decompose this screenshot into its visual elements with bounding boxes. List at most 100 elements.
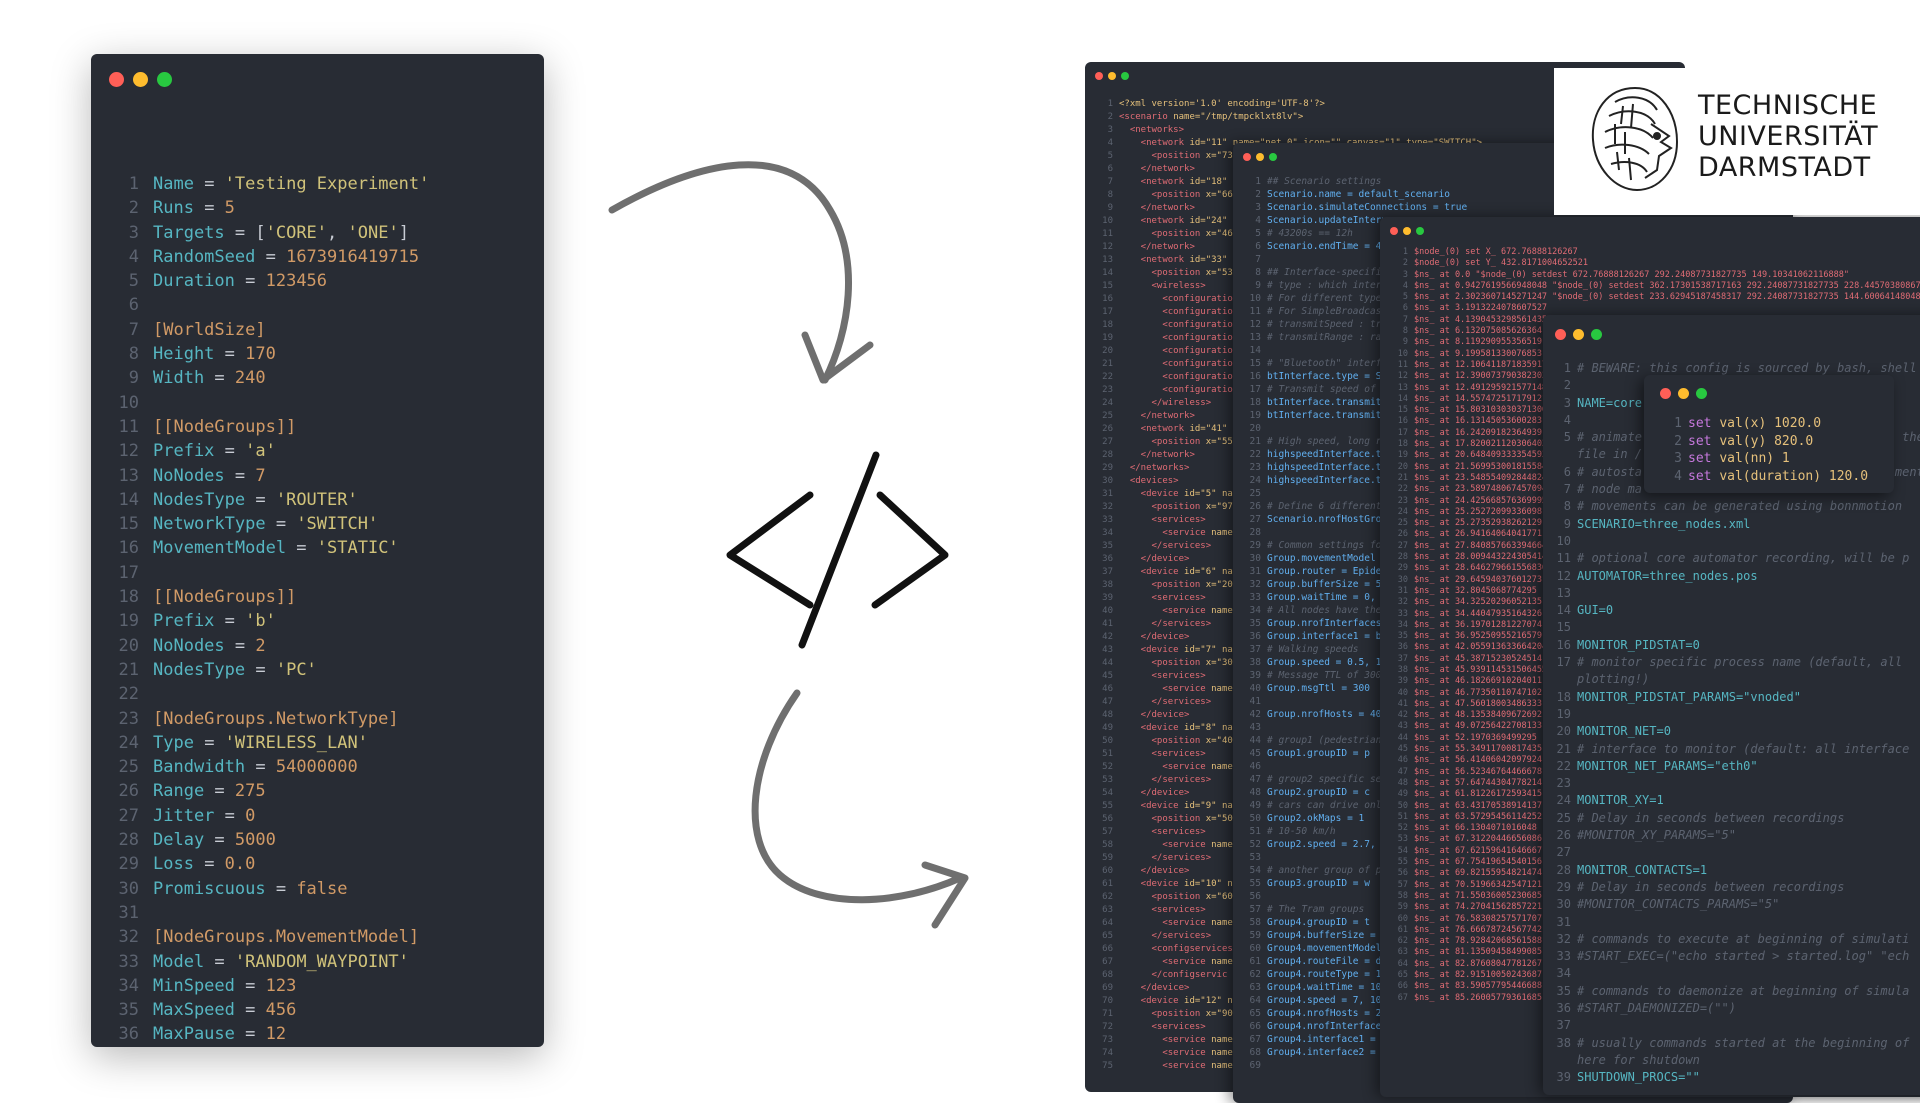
line-number: 38 — [1095, 579, 1113, 592]
code-token: </wireless> — [1119, 398, 1211, 408]
maximize-dot-icon[interactable] — [1696, 388, 1707, 399]
line-number: 9 — [1390, 337, 1408, 348]
code-token: # Delay in seconds between recordings — [1577, 880, 1844, 894]
code-token: # commands to daemonize at beginning of … — [1577, 984, 1909, 998]
code-token: #MONITOR_CONTACTS_PARAMS="5" — [1577, 897, 1779, 911]
line-number: 1 — [1664, 415, 1682, 433]
tcl-params-window: 1set val(x) 1020.02set val(y) 820.03set … — [1644, 375, 1894, 493]
maximize-dot-icon[interactable] — [1416, 227, 1424, 235]
code-token: btInterface.transmitS — [1267, 397, 1387, 408]
code-token: <network — [1119, 255, 1184, 265]
code-token: $ns_ at 74.27041562857221 — [1414, 902, 1542, 912]
code-token: <position — [1119, 437, 1200, 447]
code-token: name — [1206, 957, 1233, 967]
code-token: val(duration) 120.0 — [1719, 469, 1868, 484]
code-token: # 10-50 km/h — [1267, 826, 1336, 837]
code-line: 3Scenario.simulateConnections = true — [1243, 201, 1467, 214]
close-dot-icon[interactable] — [1390, 227, 1398, 235]
line-number: 40 — [1243, 682, 1261, 695]
code-token: val(nn) 1 — [1719, 451, 1789, 466]
code-token: </device> — [1119, 632, 1189, 642]
minimize-dot-icon[interactable] — [1678, 388, 1689, 399]
close-dot-icon[interactable] — [1243, 153, 1251, 161]
maximize-dot-icon[interactable] — [1591, 329, 1602, 340]
code-token: id="6" na — [1179, 567, 1233, 577]
line-number: 66 — [1243, 1020, 1261, 1033]
close-dot-icon[interactable] — [1095, 72, 1103, 80]
line-number: 9 — [1553, 516, 1571, 533]
minimize-dot-icon[interactable] — [1403, 227, 1411, 235]
code-token: $ns_ at 15.803103030371300 — [1414, 405, 1547, 415]
code-token: # All nodes have the — [1267, 605, 1381, 616]
line-number: 55 — [1390, 857, 1408, 868]
code-token: # group2 specific set — [1267, 774, 1387, 785]
code-token: $ns_ at 28.009443224305414 — [1414, 552, 1547, 562]
line-number: 51 — [1095, 748, 1113, 761]
code-line: 29# Delay in seconds between recordings — [1553, 879, 1920, 896]
university-name: TECHNISCHE UNIVERSITÄT DARMSTADT — [1698, 90, 1878, 183]
minimize-dot-icon[interactable] — [1256, 153, 1264, 161]
code-token: MONITOR_PIDSTAT_PARAMS="vnoded" — [1577, 690, 1801, 704]
line-number: 52 — [1243, 838, 1261, 851]
code-token: Group4.interface2 = h — [1267, 1047, 1387, 1058]
code-line: 6$ns_ at 3.1913224078607527 — [1390, 303, 1920, 314]
code-token: # High speed, long ra — [1267, 436, 1387, 447]
code-token: #START_DAEMONIZED=("") — [1577, 1001, 1736, 1015]
line-number: 39 — [1390, 676, 1408, 687]
code-token: <configuratio — [1119, 385, 1233, 395]
line-number: 37 — [1243, 643, 1261, 656]
code-token: <position — [1119, 580, 1200, 590]
code-token: Group4.movementModel — [1267, 943, 1381, 954]
code-token: </configservic — [1119, 970, 1227, 980]
close-dot-icon[interactable] — [1555, 329, 1566, 340]
code-token: # Define 6 different — [1267, 501, 1381, 512]
line-number: 48 — [1243, 786, 1261, 799]
code-token: $ns_ at 20.648409333354593 — [1414, 450, 1547, 460]
line-number: 31 — [1390, 586, 1408, 597]
code-token: <service — [1119, 840, 1206, 850]
line-number: 60 — [1390, 914, 1408, 925]
code-token: Group4.waitTime = 10, — [1267, 982, 1387, 993]
code-token: Group3.groupID = w — [1267, 878, 1370, 889]
line-number: 39 — [1095, 592, 1113, 605]
line-number: 30 — [1390, 575, 1408, 586]
code-token: # Walking speeds — [1267, 644, 1359, 655]
code-token: <device — [1119, 489, 1179, 499]
code-token: $ns_ at 14.557472517179121 — [1414, 394, 1547, 404]
line-number: 55 — [1243, 877, 1261, 890]
line-number: 10 — [1553, 533, 1571, 550]
code-token: x="73 — [1200, 151, 1233, 161]
line-number: 10 — [1390, 349, 1408, 360]
close-dot-icon[interactable] — [1660, 388, 1671, 399]
line-number: 8 — [1095, 189, 1113, 202]
code-token: $ns_ at 23.589748067457094 — [1414, 484, 1547, 494]
code-line: 31 — [1553, 914, 1920, 931]
line-number: 15 — [1095, 280, 1113, 293]
code-token: # Message TTL of 300 — [1267, 670, 1381, 681]
line-number: 25 — [1095, 410, 1113, 423]
minimize-dot-icon[interactable] — [1108, 72, 1116, 80]
line-number: 12 — [1553, 568, 1571, 585]
code-brackets-icon — [730, 455, 945, 645]
line-number: 15 — [1390, 405, 1408, 416]
line-number: 31 — [1095, 488, 1113, 501]
line-number: 4 — [1243, 214, 1261, 227]
code-token: <configuratio — [1119, 346, 1233, 356]
code-token: $ns_ at 52.1970369499295 — [1414, 733, 1537, 743]
line-number: 31 — [1553, 914, 1571, 931]
code-token: $ns_ at 34.32520296052135 — [1414, 597, 1542, 607]
minimize-dot-icon[interactable] — [1573, 329, 1584, 340]
code-token: </device> — [1119, 788, 1189, 798]
code-line: 37 — [1553, 1017, 1920, 1034]
code-token: # For different types — [1267, 293, 1387, 304]
code-token: name — [1206, 1048, 1233, 1058]
code-token: set — [1688, 434, 1719, 449]
maximize-dot-icon[interactable] — [1121, 72, 1129, 80]
code-line: 35# commands to daemonize at beginning o… — [1553, 983, 1920, 1000]
line-number: 32 — [1553, 931, 1571, 948]
code-token: x="46 — [1200, 229, 1233, 239]
line-number: 60 — [1095, 865, 1113, 878]
code-token: name — [1206, 840, 1233, 850]
line-number: 32 — [1243, 578, 1261, 591]
maximize-dot-icon[interactable] — [1269, 153, 1277, 161]
